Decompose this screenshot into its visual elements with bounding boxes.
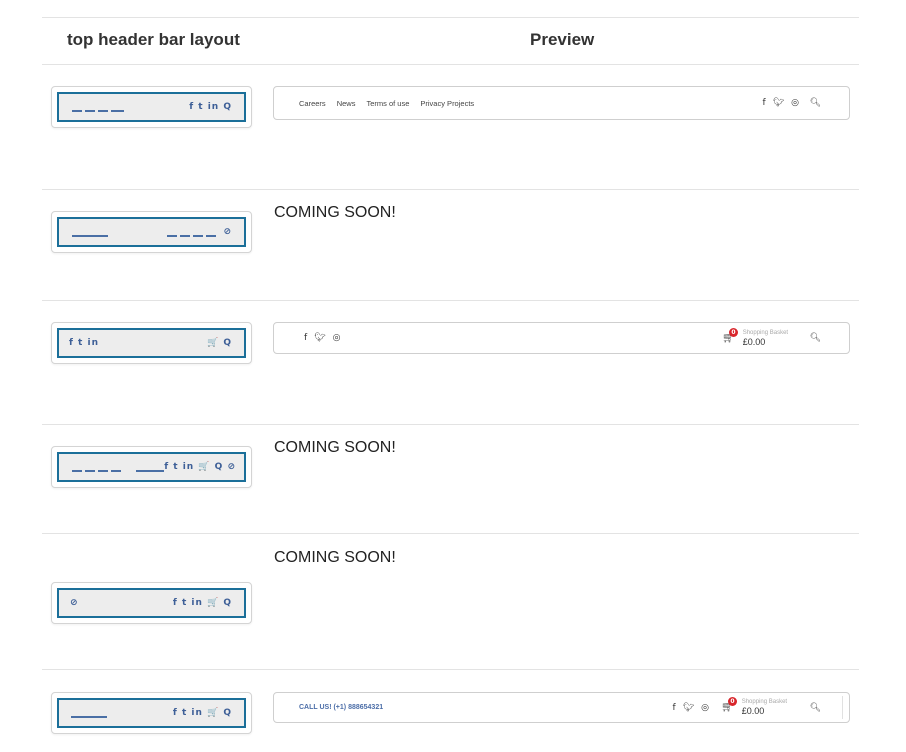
- row-divider: [42, 424, 859, 425]
- menu-dash: [85, 470, 95, 472]
- preview-3: CALL US! (+1) 888654321 f 🐦︎ ◎ 🛒︎ 0 Shopp…: [273, 692, 850, 723]
- layout-option-1[interactable]: f t in Q: [51, 86, 252, 128]
- layout-option-6[interactable]: f t in 🛒 Q: [51, 692, 252, 734]
- text-line: [72, 235, 108, 237]
- language-icon: ⊘: [70, 598, 79, 608]
- layout-option-5-frame: ⊘ f t in 🛒 Q: [57, 588, 246, 618]
- social-search-icons: f t in Q: [189, 102, 232, 112]
- preview-2: f 🐦︎ ◎ 🛒︎ 0 Shopping Basket £0.00 🔍︎: [273, 322, 850, 354]
- row-divider: [42, 189, 859, 190]
- cart-icon: 🛒︎ 0: [722, 327, 738, 344]
- search-icon[interactable]: 🔍︎: [810, 323, 821, 353]
- layout-option-1-frame: f t in Q: [57, 92, 246, 122]
- social-cart-search-icons: f t in 🛒 Q: [172, 708, 232, 718]
- instagram-icon[interactable]: ◎: [791, 98, 799, 108]
- layout-option-2-frame: ⊘: [57, 217, 246, 247]
- layout-option-4[interactable]: f t in 🛒 Q ⊘: [51, 446, 252, 488]
- basket-label: Shopping Basket: [742, 329, 789, 336]
- shopping-basket[interactable]: 🛒︎ 0 Shopping Basket £0.00: [722, 323, 788, 353]
- social-icons: f t in: [69, 338, 99, 348]
- divider: [842, 696, 843, 719]
- search-icon[interactable]: 🔍︎: [810, 87, 821, 119]
- twitter-icon[interactable]: 🐦︎: [683, 703, 694, 713]
- cart-count-badge: 0: [729, 327, 738, 337]
- coming-soon-text: COMING SOON!: [274, 204, 396, 221]
- layout-option-2[interactable]: ⊘: [51, 211, 252, 253]
- link-news[interactable]: News: [337, 99, 356, 108]
- layout-option-3-frame: f t in 🛒 Q: [57, 328, 246, 358]
- layout-option-5[interactable]: ⊘ f t in 🛒 Q: [51, 582, 252, 624]
- cart-search-icons: 🛒 Q: [207, 338, 232, 348]
- top-divider: [42, 17, 859, 18]
- shopping-basket[interactable]: 🛒︎ 0 Shopping Basket £0.00: [721, 693, 787, 722]
- menu-dash: [167, 235, 177, 237]
- twitter-icon[interactable]: 🐦︎: [773, 98, 784, 108]
- menu-dash: [98, 110, 108, 112]
- basket-label: Shopping Basket: [741, 699, 788, 705]
- menu-dash: [206, 235, 216, 237]
- layout-column-title: top header bar layout: [67, 30, 240, 49]
- social-icons: f 🐦︎ ◎: [304, 323, 340, 353]
- cart-icon: 🛒︎ 0: [721, 697, 737, 713]
- coming-soon-text: COMING SOON!: [274, 549, 396, 566]
- menu-dash: [85, 110, 95, 112]
- header-divider: [42, 64, 859, 65]
- instagram-icon[interactable]: ◎: [701, 703, 709, 713]
- menu-dash: [193, 235, 203, 237]
- basket-amount: £0.00: [742, 336, 766, 347]
- layout-option-3[interactable]: f t in 🛒 Q: [51, 322, 252, 364]
- row-divider: [42, 533, 859, 534]
- row-divider: [42, 300, 859, 301]
- menu-dash: [180, 235, 190, 237]
- preview-column-title: Preview: [530, 30, 595, 49]
- menu-dash: [111, 110, 124, 112]
- facebook-icon[interactable]: f: [763, 98, 766, 108]
- link-privacy[interactable]: Privacy Projects: [420, 99, 474, 108]
- social-cart-search-icons: f t in 🛒 Q: [172, 598, 232, 608]
- menu-dash: [98, 470, 108, 472]
- link-careers[interactable]: Careers: [299, 99, 326, 108]
- link-terms[interactable]: Terms of use: [366, 99, 409, 108]
- social-icons: f 🐦︎ ◎: [673, 693, 709, 722]
- layout-option-6-frame: f t in 🛒 Q: [57, 698, 246, 728]
- twitter-icon[interactable]: 🐦︎: [314, 333, 325, 343]
- text-line: [71, 716, 107, 718]
- menu-dash: [72, 110, 82, 112]
- cart-count-badge: 0: [728, 697, 737, 706]
- coming-soon-text: COMING SOON!: [274, 439, 396, 456]
- social-icons: f 🐦︎ ◎: [763, 87, 799, 119]
- language-icon: ⊘: [223, 227, 232, 237]
- layout-option-4-frame: f t in 🛒 Q ⊘: [57, 452, 246, 482]
- basket-amount: £0.00: [741, 706, 765, 716]
- call-us-text: CALL US! (+1) 888654321: [299, 704, 384, 711]
- social-cart-search-icons: f t in 🛒 Q ⊘: [164, 462, 236, 472]
- facebook-icon[interactable]: f: [673, 703, 676, 713]
- text-line: [136, 470, 164, 472]
- facebook-icon[interactable]: f: [304, 333, 307, 343]
- search-icon[interactable]: 🔍︎: [810, 693, 821, 722]
- menu-dash: [72, 470, 82, 472]
- top-links: Careers News Terms of use Privacy Projec…: [299, 87, 474, 119]
- instagram-icon[interactable]: ◎: [333, 333, 341, 343]
- preview-1: Careers News Terms of use Privacy Projec…: [273, 86, 850, 120]
- row-divider: [42, 669, 859, 670]
- menu-dash: [111, 470, 121, 472]
